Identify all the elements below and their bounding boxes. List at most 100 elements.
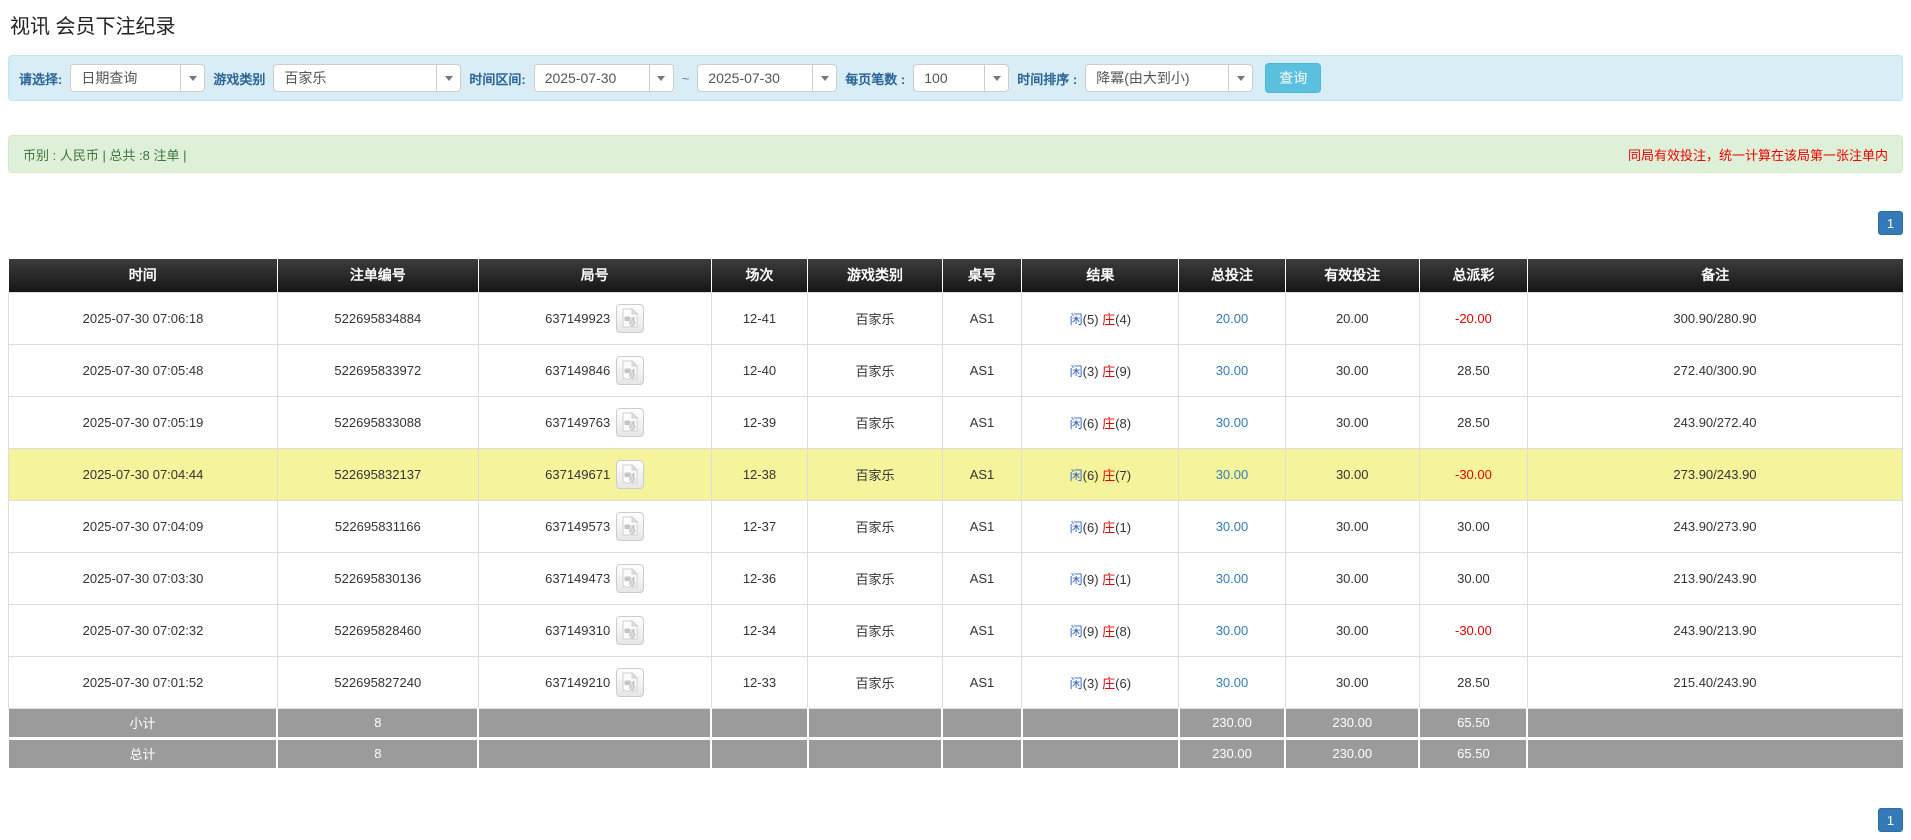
- total-bet-link[interactable]: 30.00: [1216, 623, 1249, 638]
- cell-table-no: AS1: [942, 552, 1022, 604]
- summary-valid-bet: 230.00: [1285, 738, 1419, 768]
- result-player-score: (9): [1083, 624, 1099, 639]
- cell-valid-bet: 30.00: [1285, 604, 1419, 656]
- summary-row: 总计 8 230.00 230.00 65.50: [9, 738, 1903, 768]
- total-bet-link[interactable]: 20.00: [1216, 311, 1249, 326]
- search-button[interactable]: 查询: [1265, 63, 1321, 93]
- table-header-row: 时间注单编号局号场次游戏类别桌号结果总投注有效投注总派彩备注: [9, 259, 1903, 292]
- result-player-label: 闲: [1070, 364, 1083, 379]
- video-replay-button[interactable]: [616, 460, 644, 489]
- cell-result: 闲(9) 庄(8): [1022, 604, 1179, 656]
- notice-text: 同局有效投注，统一计算在该局第一张注单内: [1628, 145, 1888, 164]
- summary-payout: 65.50: [1419, 708, 1527, 738]
- summary-label: 小计: [9, 708, 278, 738]
- date-to-select[interactable]: 2025-07-30: [697, 64, 837, 92]
- summary-count: 8: [277, 708, 478, 738]
- cell-round-id: 637149573: [478, 500, 711, 552]
- total-bet-link[interactable]: 30.00: [1216, 467, 1249, 482]
- video-replay-button[interactable]: [616, 616, 644, 645]
- cell-remark: 243.90/272.40: [1527, 396, 1902, 448]
- currency-total-text: 币别 : 人民币 | 总共 :8 注单 |: [23, 145, 187, 164]
- result-player-score: (5): [1083, 312, 1099, 327]
- result-player-score: (6): [1083, 468, 1099, 483]
- page-1-button[interactable]: 1: [1878, 211, 1903, 235]
- cell-round-id: 637149846: [478, 344, 711, 396]
- cell-session: 12-34: [711, 604, 808, 656]
- cell-session: 12-33: [711, 656, 808, 708]
- result-player-label: 闲: [1070, 416, 1083, 431]
- cell-time: 2025-07-30 07:06:18: [9, 292, 278, 344]
- result-banker-label: 庄: [1102, 572, 1115, 587]
- total-bet-link[interactable]: 30.00: [1216, 571, 1249, 586]
- video-replay-button[interactable]: [616, 564, 644, 593]
- result-banker-score: (8): [1115, 624, 1131, 639]
- summary-row: 小计 8 230.00 230.00 65.50: [9, 708, 1903, 738]
- cell-round-id: 637149210: [478, 656, 711, 708]
- query-type-value: 日期查询: [71, 65, 180, 91]
- column-header: 游戏类别: [808, 259, 942, 292]
- result-banker-label: 庄: [1102, 520, 1115, 535]
- cell-remark: 243.90/213.90: [1527, 604, 1902, 656]
- result-player-score: (6): [1083, 416, 1099, 431]
- pagination-top: 1: [8, 211, 1903, 235]
- time-sort-value: 降冪(由大到小): [1086, 65, 1228, 91]
- cell-result: 闲(9) 庄(1): [1022, 552, 1179, 604]
- round-number: 637149846: [545, 363, 610, 378]
- table-row: 2025-07-30 07:02:32 522695828460 6371493…: [9, 604, 1903, 656]
- cell-round-id: 637149671: [478, 448, 711, 500]
- summary-count: 8: [277, 738, 478, 768]
- time-sort-select[interactable]: 降冪(由大到小): [1085, 64, 1253, 92]
- table-row: 2025-07-30 07:01:52 522695827240 6371492…: [9, 656, 1903, 708]
- cell-bet-id: 522695833088: [277, 396, 478, 448]
- cell-result: 闲(3) 庄(9): [1022, 344, 1179, 396]
- total-bet-link[interactable]: 30.00: [1216, 363, 1249, 378]
- cell-game-type: 百家乐: [808, 292, 942, 344]
- date-from-value: 2025-07-30: [535, 65, 649, 91]
- page-size-label: 每页笔数 :: [845, 69, 905, 88]
- result-banker-label: 庄: [1102, 468, 1115, 483]
- cell-bet-id: 522695833972: [277, 344, 478, 396]
- cell-round-id: 637149473: [478, 552, 711, 604]
- cell-time: 2025-07-30 07:05:48: [9, 344, 278, 396]
- chevron-down-icon: [1228, 65, 1252, 91]
- date-from-select[interactable]: 2025-07-30: [534, 64, 674, 92]
- game-type-select[interactable]: 百家乐: [273, 64, 461, 92]
- total-bet-link[interactable]: 30.00: [1216, 675, 1249, 690]
- result-player-label: 闲: [1070, 312, 1083, 327]
- result-banker-score: (9): [1115, 364, 1131, 379]
- column-header: 备注: [1527, 259, 1902, 292]
- video-file-icon: [621, 576, 639, 591]
- total-bet-link[interactable]: 30.00: [1216, 415, 1249, 430]
- result-player-label: 闲: [1070, 520, 1083, 535]
- result-banker-label: 庄: [1102, 624, 1115, 639]
- summary-total-bet: 230.00: [1179, 738, 1285, 768]
- video-replay-button[interactable]: [616, 668, 644, 697]
- chevron-down-icon: [812, 65, 836, 91]
- query-type-select[interactable]: 日期查询: [70, 64, 205, 92]
- video-replay-button[interactable]: [616, 408, 644, 437]
- cell-valid-bet: 30.00: [1285, 552, 1419, 604]
- table-row: 2025-07-30 07:04:44 522695832137 6371496…: [9, 448, 1903, 500]
- video-file-icon: [621, 628, 639, 643]
- cell-total-bet: 20.00: [1179, 292, 1285, 344]
- page-1-button[interactable]: 1: [1878, 808, 1903, 832]
- video-file-icon: [621, 472, 639, 487]
- total-bet-link[interactable]: 30.00: [1216, 519, 1249, 534]
- cell-payout: -30.00: [1419, 448, 1527, 500]
- result-player-label: 闲: [1070, 676, 1083, 691]
- video-replay-button[interactable]: [616, 304, 644, 333]
- video-replay-button[interactable]: [616, 356, 644, 385]
- table-row: 2025-07-30 07:04:09 522695831166 6371495…: [9, 500, 1903, 552]
- video-replay-button[interactable]: [616, 512, 644, 541]
- result-banker-label: 庄: [1102, 416, 1115, 431]
- result-player-score: (3): [1083, 364, 1099, 379]
- cell-time: 2025-07-30 07:04:44: [9, 448, 278, 500]
- cell-valid-bet: 30.00: [1285, 344, 1419, 396]
- cell-bet-id: 522695831166: [277, 500, 478, 552]
- result-banker-label: 庄: [1102, 364, 1115, 379]
- result-banker-score: (7): [1115, 468, 1131, 483]
- page-size-select[interactable]: 100: [913, 64, 1009, 92]
- cell-valid-bet: 30.00: [1285, 448, 1419, 500]
- column-header: 总派彩: [1419, 259, 1527, 292]
- cell-session: 12-36: [711, 552, 808, 604]
